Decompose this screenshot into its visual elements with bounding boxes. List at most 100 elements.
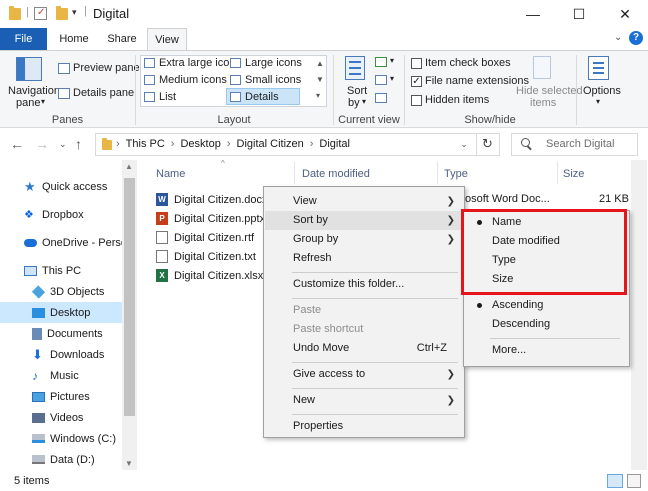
menu-item-give-access[interactable]: Give access to ❯ — [265, 365, 463, 384]
nav-dropbox[interactable]: ❖ Dropbox — [0, 204, 122, 225]
nav-3d-objects[interactable]: 3D Objects — [0, 281, 122, 302]
new-folder-icon[interactable] — [56, 6, 68, 20]
scroll-down-icon[interactable]: ▼ — [125, 459, 133, 468]
chevron-down-icon[interactable]: ⌄ — [59, 139, 67, 150]
back-icon[interactable]: ← — [10, 136, 24, 152]
table-row[interactable]: Digital Citizen.txt — [156, 247, 256, 266]
options-icon[interactable] — [588, 56, 609, 80]
address-bar[interactable]: › This PC › Desktop › Digital Citizen › … — [95, 133, 500, 156]
refresh-icon[interactable]: ↻ — [482, 136, 493, 152]
navigation-pane-button[interactable]: Navigation — [8, 85, 60, 97]
search-input[interactable]: Search Digital — [546, 138, 614, 150]
sort-by-button[interactable]: Sort — [347, 85, 367, 97]
nav-scrollbar-thumb[interactable] — [124, 178, 135, 416]
sort-descending[interactable]: Descending — [465, 315, 628, 334]
nav-quick-access[interactable]: ★ Quick access — [0, 176, 122, 197]
minimize-button[interactable]: — — [510, 0, 556, 28]
size-columns-icon[interactable] — [375, 93, 387, 103]
menu-item-new[interactable]: New ❯ — [265, 391, 463, 410]
tab-home[interactable]: Home — [52, 28, 96, 50]
nav-windows-c[interactable]: Windows (C:) — [0, 428, 122, 449]
close-button[interactable]: ✕ — [602, 0, 648, 28]
layout-extra-large-icons[interactable]: Extra large icons — [159, 57, 241, 69]
column-separator[interactable] — [294, 162, 295, 184]
menu-item-customize[interactable]: Customize this folder... — [265, 275, 463, 294]
layout-large-icons[interactable]: Large icons — [245, 57, 302, 69]
large-icons-view-icon[interactable] — [627, 474, 641, 488]
help-icon[interactable]: ? — [629, 31, 643, 45]
menu-label: Ascending — [492, 299, 544, 311]
breadcrumb-this-pc[interactable]: This PC — [126, 138, 165, 150]
breadcrumb-digital-citizen[interactable]: Digital Citizen — [237, 138, 304, 150]
nav-music[interactable]: ♪ Music — [0, 365, 122, 386]
chevron-right-icon: ❯ — [446, 196, 455, 207]
tab-share[interactable]: Share — [100, 28, 144, 50]
expand-icon[interactable]: ▾ — [316, 91, 320, 100]
details-pane-button[interactable]: Details pane — [73, 87, 134, 99]
menu-item-refresh[interactable]: Refresh — [265, 249, 463, 268]
file-name: Digital Citizen.rtf — [174, 231, 255, 244]
column-size[interactable]: Size — [563, 168, 584, 180]
file-name-extensions-checkbox[interactable]: ✓ — [411, 76, 422, 87]
sort-ascending[interactable]: Ascending — [465, 296, 628, 315]
column-separator[interactable] — [437, 162, 438, 184]
nav-pictures[interactable]: Pictures — [0, 386, 122, 407]
hide-selected-button[interactable]: Hide selected — [516, 85, 583, 97]
sort-more[interactable]: More... — [465, 341, 628, 360]
details-view-icon[interactable] — [607, 474, 623, 488]
nav-this-pc[interactable]: This PC — [0, 260, 122, 281]
menu-item-paste[interactable]: Paste — [265, 301, 463, 320]
menu-item-sort-by[interactable]: Sort by ❯ — [265, 211, 463, 230]
hidden-items-checkbox[interactable] — [411, 95, 422, 106]
up-icon[interactable]: ↑ — [75, 136, 82, 152]
navigation-pane-icon[interactable] — [16, 57, 42, 81]
menu-item-view[interactable]: View ❯ — [265, 192, 463, 211]
address-history-icon[interactable]: ⌄ — [454, 136, 474, 153]
add-columns-icon[interactable] — [375, 75, 387, 85]
breadcrumb-desktop[interactable]: Desktop — [180, 138, 220, 150]
chevron-down-icon[interactable]: ⌄ — [614, 32, 622, 43]
menu-item-group-by[interactable]: Group by ❯ — [265, 230, 463, 249]
layout-medium-icons[interactable]: Medium icons — [159, 74, 227, 86]
search-box[interactable]: Search Digital — [511, 133, 638, 156]
nav-desktop[interactable]: Desktop — [0, 302, 122, 323]
separator — [576, 55, 577, 125]
menu-item-paste-shortcut[interactable]: Paste shortcut — [265, 320, 463, 339]
nav-videos[interactable]: Videos — [0, 407, 122, 428]
file-list-scrollbar[interactable] — [631, 160, 647, 470]
forward-icon[interactable]: → — [35, 136, 49, 152]
tab-view[interactable]: View — [147, 28, 187, 51]
preview-pane-button[interactable]: Preview pane — [73, 62, 140, 74]
sort-by-icon[interactable] — [345, 56, 365, 80]
customize-toolbar-icon[interactable]: ▾ — [72, 7, 77, 18]
menu-item-properties[interactable]: Properties — [265, 417, 463, 436]
layout-list[interactable]: List — [159, 91, 176, 103]
item-check-boxes-checkbox[interactable] — [411, 58, 422, 69]
nav-data-d[interactable]: Data (D:) — [0, 449, 122, 470]
layout-details[interactable]: Details — [245, 91, 279, 103]
group-by-icon[interactable] — [375, 57, 387, 67]
chevron-up-icon[interactable]: ▲ — [316, 59, 324, 68]
table-row[interactable]: Digital Citizen.rtf — [156, 228, 254, 247]
table-row[interactable]: W Digital Citizen.docx — [156, 190, 268, 209]
breadcrumb-digital[interactable]: Digital — [319, 138, 350, 150]
layout-small-icons[interactable]: Small icons — [245, 74, 301, 86]
column-name[interactable]: Name — [156, 168, 185, 180]
chevron-down-icon[interactable]: ▼ — [316, 75, 324, 84]
column-separator[interactable] — [557, 162, 558, 184]
tab-file[interactable]: File — [0, 28, 47, 50]
table-row[interactable]: P Digital Citizen.pptx — [156, 209, 265, 228]
drive-icon — [32, 434, 45, 443]
menu-item-undo-move[interactable]: Undo Move Ctrl+Z — [265, 339, 463, 358]
column-date-modified[interactable]: Date modified — [302, 168, 370, 180]
table-row[interactable]: X Digital Citizen.xlsx — [156, 266, 263, 285]
scroll-up-icon[interactable]: ▲ — [125, 162, 133, 171]
column-type[interactable]: Type — [444, 168, 468, 180]
nav-downloads[interactable]: ⬇ Downloads — [0, 344, 122, 365]
nav-onedrive[interactable]: OneDrive - Person — [0, 232, 122, 253]
properties-icon[interactable]: ✓ — [34, 7, 47, 20]
powerpoint-file-icon: P — [156, 212, 168, 225]
maximize-button[interactable]: ☐ — [556, 0, 602, 28]
nav-documents[interactable]: Documents — [0, 323, 122, 344]
options-button[interactable]: Options — [583, 85, 621, 97]
